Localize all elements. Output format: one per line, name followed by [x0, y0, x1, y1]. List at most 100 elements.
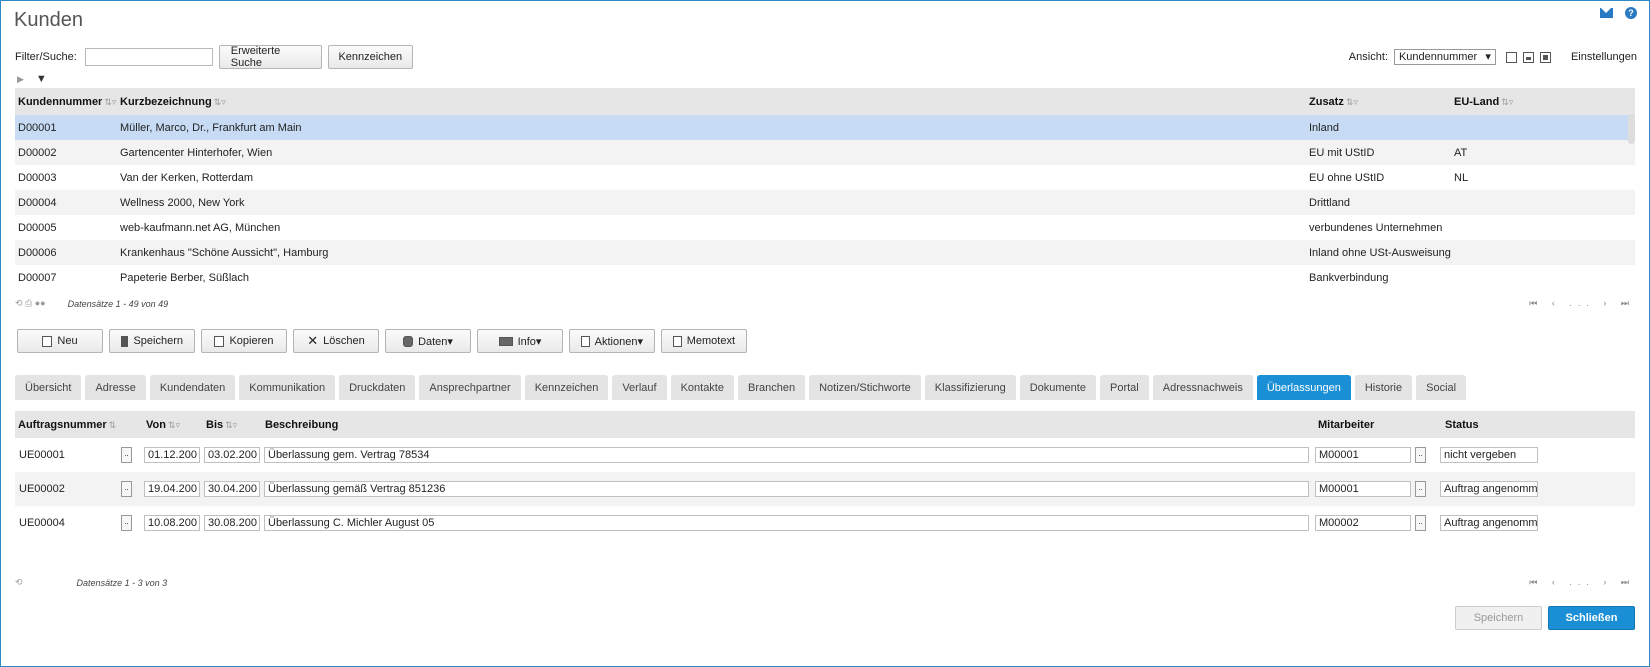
sort-icon[interactable]: ⇅▿ [225, 420, 237, 430]
extended-search-button[interactable]: Erweiterte Suche [218, 45, 322, 69]
employee-lookup-button[interactable]: .. [1415, 447, 1426, 463]
filter-input[interactable] [84, 48, 213, 66]
employee-lookup-button[interactable]: .. [1415, 515, 1426, 531]
refresh-icon[interactable]: ⟲ [15, 577, 23, 588]
tab-item[interactable]: Notizen/Stichworte [809, 375, 921, 400]
mitarbeiter-input[interactable]: M00002 [1315, 515, 1411, 531]
orders-pager[interactable]: ⏮ ‹ ... › ⏭ [1529, 577, 1635, 588]
table-row[interactable]: D00002 Gartencenter Hinterhofer, Wien EU m… [15, 140, 1635, 165]
table-row[interactable]: D00005 web-kaufmann.net AG, München verbun… [15, 215, 1635, 240]
save-button[interactable]: Speichern [109, 329, 195, 353]
bis-input[interactable]: 03.02.200 [204, 447, 260, 463]
cell-kundennummer: D00004 [18, 196, 57, 209]
beschreibung-input[interactable]: Überlassung gemäß Vertrag 851236 [264, 481, 1309, 497]
sort-icon[interactable]: ⇅▿ [1501, 97, 1513, 107]
mitarbeiter-input[interactable]: M00001 [1315, 481, 1411, 497]
tab-item[interactable]: Adressnachweis [1152, 375, 1253, 400]
customers-header: Kundennummer ⇅▿ Kurzbezeichnung ⇅▿ Zusatz ⇅… [15, 88, 1635, 115]
status-input[interactable]: Auftrag angenomme [1440, 481, 1538, 497]
col-von[interactable]: Von ⇅▿ [143, 419, 203, 431]
col-label: Kurzbezeichnung [120, 95, 212, 108]
settings-link[interactable]: Einstellungen [1571, 51, 1637, 63]
col-auftragsnummer[interactable]: Auftragsnummer ⇅ [15, 419, 143, 431]
status-input[interactable]: nicht vergeben [1440, 447, 1538, 463]
sort-icon[interactable]: ⇅▿ [104, 97, 116, 107]
tab-item[interactable]: Kennzeichen [524, 375, 609, 400]
table-row[interactable]: D00004 Wellness 2000, New York Drittland [15, 190, 1635, 215]
close-button[interactable]: Schließen [1548, 606, 1635, 630]
tab-item[interactable]: Kontakte [670, 375, 734, 400]
von-input[interactable]: 01.12.200 [144, 447, 200, 463]
layout-full-icon[interactable] [1539, 51, 1551, 63]
expand-icon[interactable]: ▶ [17, 74, 24, 85]
col-beschreibung[interactable]: Beschreibung [262, 419, 1315, 431]
tab-item[interactable]: Kommunikation [239, 375, 336, 400]
col-eu-land[interactable]: EU-Land ⇅▿ [1451, 96, 1537, 108]
von-input[interactable]: 10.08.200 [144, 515, 200, 531]
view-select[interactable]: Kundennummer [1393, 49, 1496, 65]
tab-item[interactable]: Übersicht [15, 375, 82, 400]
tab-item[interactable]: Kundendaten [149, 375, 236, 400]
col-bis[interactable]: Bis ⇅▿ [203, 419, 262, 431]
tab-item[interactable]: Portal [1099, 375, 1149, 400]
table-row[interactable]: D00006 Krankenhaus "Schöne Aussicht", Ham… [15, 240, 1635, 265]
bis-input[interactable]: 30.08.200 [204, 515, 260, 531]
col-status[interactable]: Status [1442, 419, 1542, 431]
sort-icon[interactable]: ⇅▿ [1346, 97, 1358, 107]
bis-input[interactable]: 30.04.200 [204, 481, 260, 497]
tab-item[interactable]: Adresse [85, 375, 146, 400]
action-toolbar: Neu Speichern Kopieren ✕ Löschen Daten▾ I… [17, 329, 747, 353]
delete-button[interactable]: ✕ Löschen [293, 329, 379, 353]
tab-item[interactable]: Verlauf [612, 375, 667, 400]
table-row: UE00001.. 01.12.200 03.02.200 Überlassung g… [15, 438, 1635, 472]
tab-item[interactable]: Überlassungen [1256, 375, 1351, 400]
table-row[interactable]: D00001 Müller, Marco, Dr., Frankfurt am M… [15, 115, 1635, 140]
table-row[interactable]: D00007 Papeterie Berber, Süßlach Bankverbi… [15, 265, 1635, 290]
data-button[interactable]: Daten▾ [385, 329, 471, 353]
tags-button[interactable]: Kennzeichen [327, 45, 413, 69]
help-icon[interactable]: ? [1625, 7, 1637, 19]
tab-item[interactable]: Ansprechpartner [419, 375, 521, 400]
lookup-button[interactable]: .. [121, 481, 132, 497]
beschreibung-input[interactable]: Überlassung C. Michler August 05 [264, 515, 1309, 531]
col-zusatz[interactable]: Zusatz ⇅▿ [1306, 96, 1451, 108]
table-row[interactable]: D00003 Van der Kerken, Rotterdam EU ohne U… [15, 165, 1635, 190]
tab-item[interactable]: Social [1416, 375, 1467, 400]
beschreibung-input[interactable]: Überlassung gem. Vertrag 78534 [264, 447, 1309, 463]
filter-icon[interactable]: ▼ [36, 73, 47, 85]
refresh-print-icons[interactable]: ⟲ ⎙ ●● [15, 298, 46, 309]
sort-icon[interactable]: ⇅▿ [168, 420, 180, 430]
von-input[interactable]: 19.04.200 [144, 481, 200, 497]
orders-footer: ⟲ Datensätze 1 - 3 von 3 ⏮ ‹ ... › ⏭ [15, 577, 1635, 588]
customers-pager[interactable]: ⏮ ‹ ... › ⏭ [1529, 298, 1635, 309]
mail-icon[interactable] [1600, 8, 1613, 18]
status-input[interactable]: Auftrag angenomme [1440, 515, 1538, 531]
sort-icon[interactable]: ⇅▿ [214, 97, 226, 107]
memo-button[interactable]: Memotext [661, 329, 747, 353]
new-button[interactable]: Neu [17, 329, 103, 353]
memo-label: Memotext [686, 335, 735, 347]
lookup-button[interactable]: .. [121, 515, 132, 531]
sort-icon[interactable]: ⇅ [109, 420, 117, 430]
info-button[interactable]: Info▾ [477, 329, 563, 353]
bottom-save-button[interactable]: Speichern [1455, 606, 1542, 630]
mitarbeiter-input[interactable]: M00001 [1315, 447, 1411, 463]
lookup-button[interactable]: .. [121, 447, 132, 463]
tab-item[interactable]: Branchen [737, 375, 806, 400]
layout-single-icon[interactable] [1505, 51, 1517, 63]
tab-item[interactable]: Dokumente [1019, 375, 1096, 400]
copy-button[interactable]: Kopieren [201, 329, 287, 353]
vertical-scrollbar[interactable] [1628, 114, 1635, 144]
cell-zusatz: EU ohne UStID [1309, 171, 1385, 184]
employee-lookup-button[interactable]: .. [1415, 481, 1426, 497]
col-kundennummer[interactable]: Kundennummer ⇅▿ [15, 96, 117, 108]
col-label: Bis [206, 418, 224, 431]
layout-split-icon[interactable] [1522, 51, 1534, 63]
filter-label: Filter/Suche: [15, 51, 77, 63]
actions-button[interactable]: Aktionen▾ [569, 329, 655, 353]
tab-item[interactable]: Klassifizierung [924, 375, 1016, 400]
tab-item[interactable]: Historie [1354, 375, 1413, 400]
col-mitarbeiter[interactable]: Mitarbeiter [1315, 419, 1442, 431]
tab-item[interactable]: Druckdaten [339, 375, 416, 400]
col-kurzbezeichnung[interactable]: Kurzbezeichnung ⇅▿ [117, 96, 1306, 108]
